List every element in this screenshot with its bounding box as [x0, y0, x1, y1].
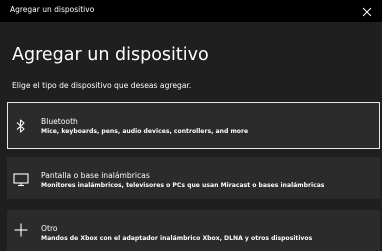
title-bar[interactable]: Agregar un dispositivo [0, 0, 382, 22]
option-bluetooth[interactable]: Bluetooth Mice, keyboards, pens, audio d… [7, 102, 380, 149]
option-description: Monitores inalámbricos, televisores o PC… [41, 182, 325, 189]
close-icon[interactable] [360, 4, 374, 18]
add-device-dialog: Agregar un dispositivo Agregar un dispos… [0, 0, 382, 251]
option-label: Bluetooth [41, 117, 78, 126]
window-title: Agregar un dispositivo [10, 5, 95, 14]
plus-icon [13, 222, 29, 238]
option-label: Otro [41, 224, 58, 233]
option-other[interactable]: Otro Mandos de Xbox con el adaptador ina… [7, 210, 380, 251]
monitor-icon [13, 171, 29, 187]
option-wireless-display[interactable]: Pantalla o base inalámbricas Monitores i… [7, 157, 380, 199]
bluetooth-icon [13, 118, 29, 134]
page-subtitle: Elige el tipo de dispositivo que deseas … [12, 81, 192, 90]
page-title: Agregar un dispositivo [12, 45, 209, 65]
option-description: Mandos de Xbox con el adaptador inalámbr… [41, 235, 313, 242]
option-label: Pantalla o base inalámbricas [41, 171, 150, 180]
option-description: Mice, keyboards, pens, audio devices, co… [41, 128, 249, 135]
